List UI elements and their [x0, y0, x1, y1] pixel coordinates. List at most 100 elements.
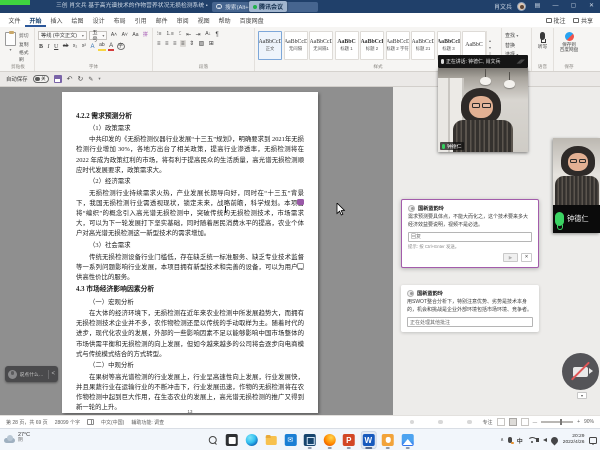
meeting-speaking-banner[interactable]: 正在讲话: 钟德仁, 肖文兵 ◢◤ [438, 55, 528, 68]
phonetic-guide-button[interactable]: 拼 [142, 33, 149, 39]
camera-options-caret[interactable]: ▾ [577, 392, 587, 399]
edge-app[interactable] [243, 431, 259, 449]
document-page[interactable]: 4.2.2 需求预测分析 （1）政策需求 中共印发的《无损检测仪器行业发展“十三… [62, 92, 318, 413]
replace-button[interactable]: 替换 [505, 42, 528, 49]
account-avatar[interactable] [517, 2, 526, 11]
tray-expand-chevron[interactable]: ∧ [500, 437, 504, 443]
autosave-toggle[interactable]: 关 [33, 75, 49, 83]
dictate-button[interactable]: 听写 [535, 29, 550, 50]
zoom-slider-thumb[interactable] [560, 419, 563, 425]
copy-button[interactable]: 复制 [19, 41, 31, 48]
comment-reply-input[interactable] [407, 317, 533, 327]
underline-button[interactable]: U [53, 43, 59, 50]
align-center-button[interactable]: ≡ [164, 40, 170, 47]
cut-button[interactable]: 剪切 [19, 32, 31, 39]
justify-button[interactable]: ≡ [180, 40, 186, 47]
styles-scroll-down[interactable]: ▾ [489, 45, 491, 50]
mic-in-use-icon[interactable] [508, 437, 512, 444]
tencent-meeting-chip[interactable]: 腾讯会议 [249, 1, 287, 12]
paste-button[interactable]: ▾ [5, 29, 16, 63]
find-button[interactable]: 查找 ▾ [505, 32, 528, 39]
tab-review[interactable]: 审阅 [172, 13, 193, 27]
zoom-in-button[interactable]: + [577, 419, 580, 425]
accessibility-status[interactable]: 辅助功能: 调查 [131, 419, 164, 426]
tab-insert[interactable]: 插入 [46, 13, 67, 27]
taskbar-search-button[interactable] [204, 431, 220, 449]
ime-indicator[interactable]: 中 [517, 436, 523, 445]
volume-icon[interactable] [543, 438, 547, 442]
style-no-spacing[interactable]: AaBbCcDx无间隔 [284, 31, 308, 60]
focus-mode-button[interactable]: 专注 [483, 419, 493, 426]
start-button[interactable] [185, 431, 201, 449]
comment-card-active[interactable]: 国新蓝韵玲 需求预测要具体点，不能大而化之，这个技术要来多大经济效益要说明，视频… [401, 199, 539, 268]
print-layout-button[interactable] [509, 418, 517, 426]
shading-button[interactable]: ▨ [198, 40, 206, 47]
mail-app[interactable]: ✉ [282, 431, 298, 449]
meeting-video-thumbnail[interactable]: 钟德仁 [438, 68, 528, 152]
style-normal[interactable]: AaBbCcDx正文 [258, 31, 282, 60]
change-case-button[interactable]: Aa [131, 33, 139, 39]
italic-button[interactable]: I [47, 43, 51, 50]
format-painter-button[interactable]: 格式刷 [19, 49, 31, 63]
zoom-slider[interactable] [541, 421, 573, 422]
style-heading-2-char[interactable]: AaBbCcD标题 2 字符 [386, 31, 410, 60]
word-count[interactable]: 28099 个字 [55, 419, 80, 426]
camera-off-button[interactable] [562, 353, 599, 390]
comment-card[interactable]: 国新蓝韵玲 用SWOT整合分析下，特别注意优势、劣势是技术本身的，机会和挑战是企… [401, 285, 539, 332]
highlight-color-button[interactable]: ab [98, 43, 106, 51]
proofing-icon[interactable] [87, 419, 94, 425]
numbering-button[interactable]: ⒈≡ [165, 32, 175, 38]
task-view-button[interactable] [224, 431, 240, 449]
zoom-level[interactable]: 90% [584, 419, 594, 425]
subscript-button[interactable]: x₂ [72, 44, 78, 50]
superscript-button[interactable]: x² [81, 44, 87, 50]
save-to-baidu-button[interactable]: 保存到百度网盘 [557, 29, 581, 53]
clock-widget[interactable]: 20:29 2022/4/26 [563, 434, 585, 446]
qat-customize-caret[interactable]: ▾ [98, 76, 100, 82]
zoom-out-button[interactable]: — [533, 420, 538, 425]
style-heading-1[interactable]: AaBbC标题 1 [335, 31, 359, 60]
tab-home[interactable]: 开始 [25, 13, 46, 27]
decrease-indent-button[interactable]: ⇤ [185, 31, 192, 38]
save-button[interactable] [54, 75, 62, 83]
tab-layout[interactable]: 布局 [109, 13, 130, 27]
pen-input-icon[interactable] [550, 435, 560, 445]
tab-file[interactable]: 文件 [4, 13, 25, 27]
comment-cancel-button[interactable]: ✕ [521, 253, 532, 262]
show-marks-button[interactable]: ¶ [215, 31, 220, 38]
tab-view[interactable]: 视图 [193, 13, 214, 27]
paste-caret[interactable]: ▾ [5, 47, 16, 52]
style-heading-2[interactable]: AaBbCcD标题 2 [360, 31, 384, 60]
font-size-select[interactable]: 五号▾ [89, 31, 107, 40]
increase-indent-button[interactable]: ⇥ [195, 31, 202, 38]
read-mode-button[interactable] [497, 418, 505, 426]
photos-app[interactable] [399, 431, 415, 449]
multilevel-list-button[interactable]: ⁝⁚ [177, 32, 182, 38]
borders-button[interactable]: ⊞ [208, 40, 215, 47]
sort-button[interactable]: A↓ [204, 32, 212, 38]
comments-button[interactable]: 批注 [546, 16, 566, 25]
grow-font-button[interactable]: A˄ [110, 33, 118, 39]
bold-button[interactable]: B [38, 43, 44, 50]
line-spacing-button[interactable]: ⇕ [188, 40, 195, 47]
collapse-chevron-icon[interactable]: < [51, 371, 55, 377]
font-family-select[interactable]: 等线 (中文正文)▾ [38, 31, 87, 40]
notification-center-icon[interactable] [589, 437, 597, 444]
account-name[interactable]: 肖文兵 [494, 2, 512, 11]
align-left-button[interactable]: ≡ [156, 40, 162, 47]
maximize-button[interactable]: ▢ [567, 0, 580, 13]
align-right-button[interactable]: ≡ [172, 40, 178, 47]
meeting-floating-window[interactable]: 钟德仁 [553, 138, 600, 233]
weather-widget[interactable]: 27°C 阴 [4, 432, 30, 444]
tab-help[interactable]: 帮助 [214, 13, 235, 27]
style-no-spacing-1[interactable]: AaBbCcD无间隔1 [309, 31, 333, 60]
enclose-characters-button[interactable]: 字 [117, 43, 125, 50]
comment-reply-input[interactable] [408, 232, 532, 242]
comment-marker-icon[interactable] [297, 263, 304, 269]
tab-baidu-netdisk[interactable]: 百度网盘 [235, 13, 268, 27]
close-button[interactable]: ✕ [585, 0, 598, 13]
tab-draw[interactable]: 绘图 [67, 13, 88, 27]
styles-scroll-up[interactable]: ▴ [489, 38, 491, 43]
bullets-button[interactable]: ⁝≡ [156, 32, 163, 38]
tab-references[interactable]: 引用 [130, 13, 151, 27]
